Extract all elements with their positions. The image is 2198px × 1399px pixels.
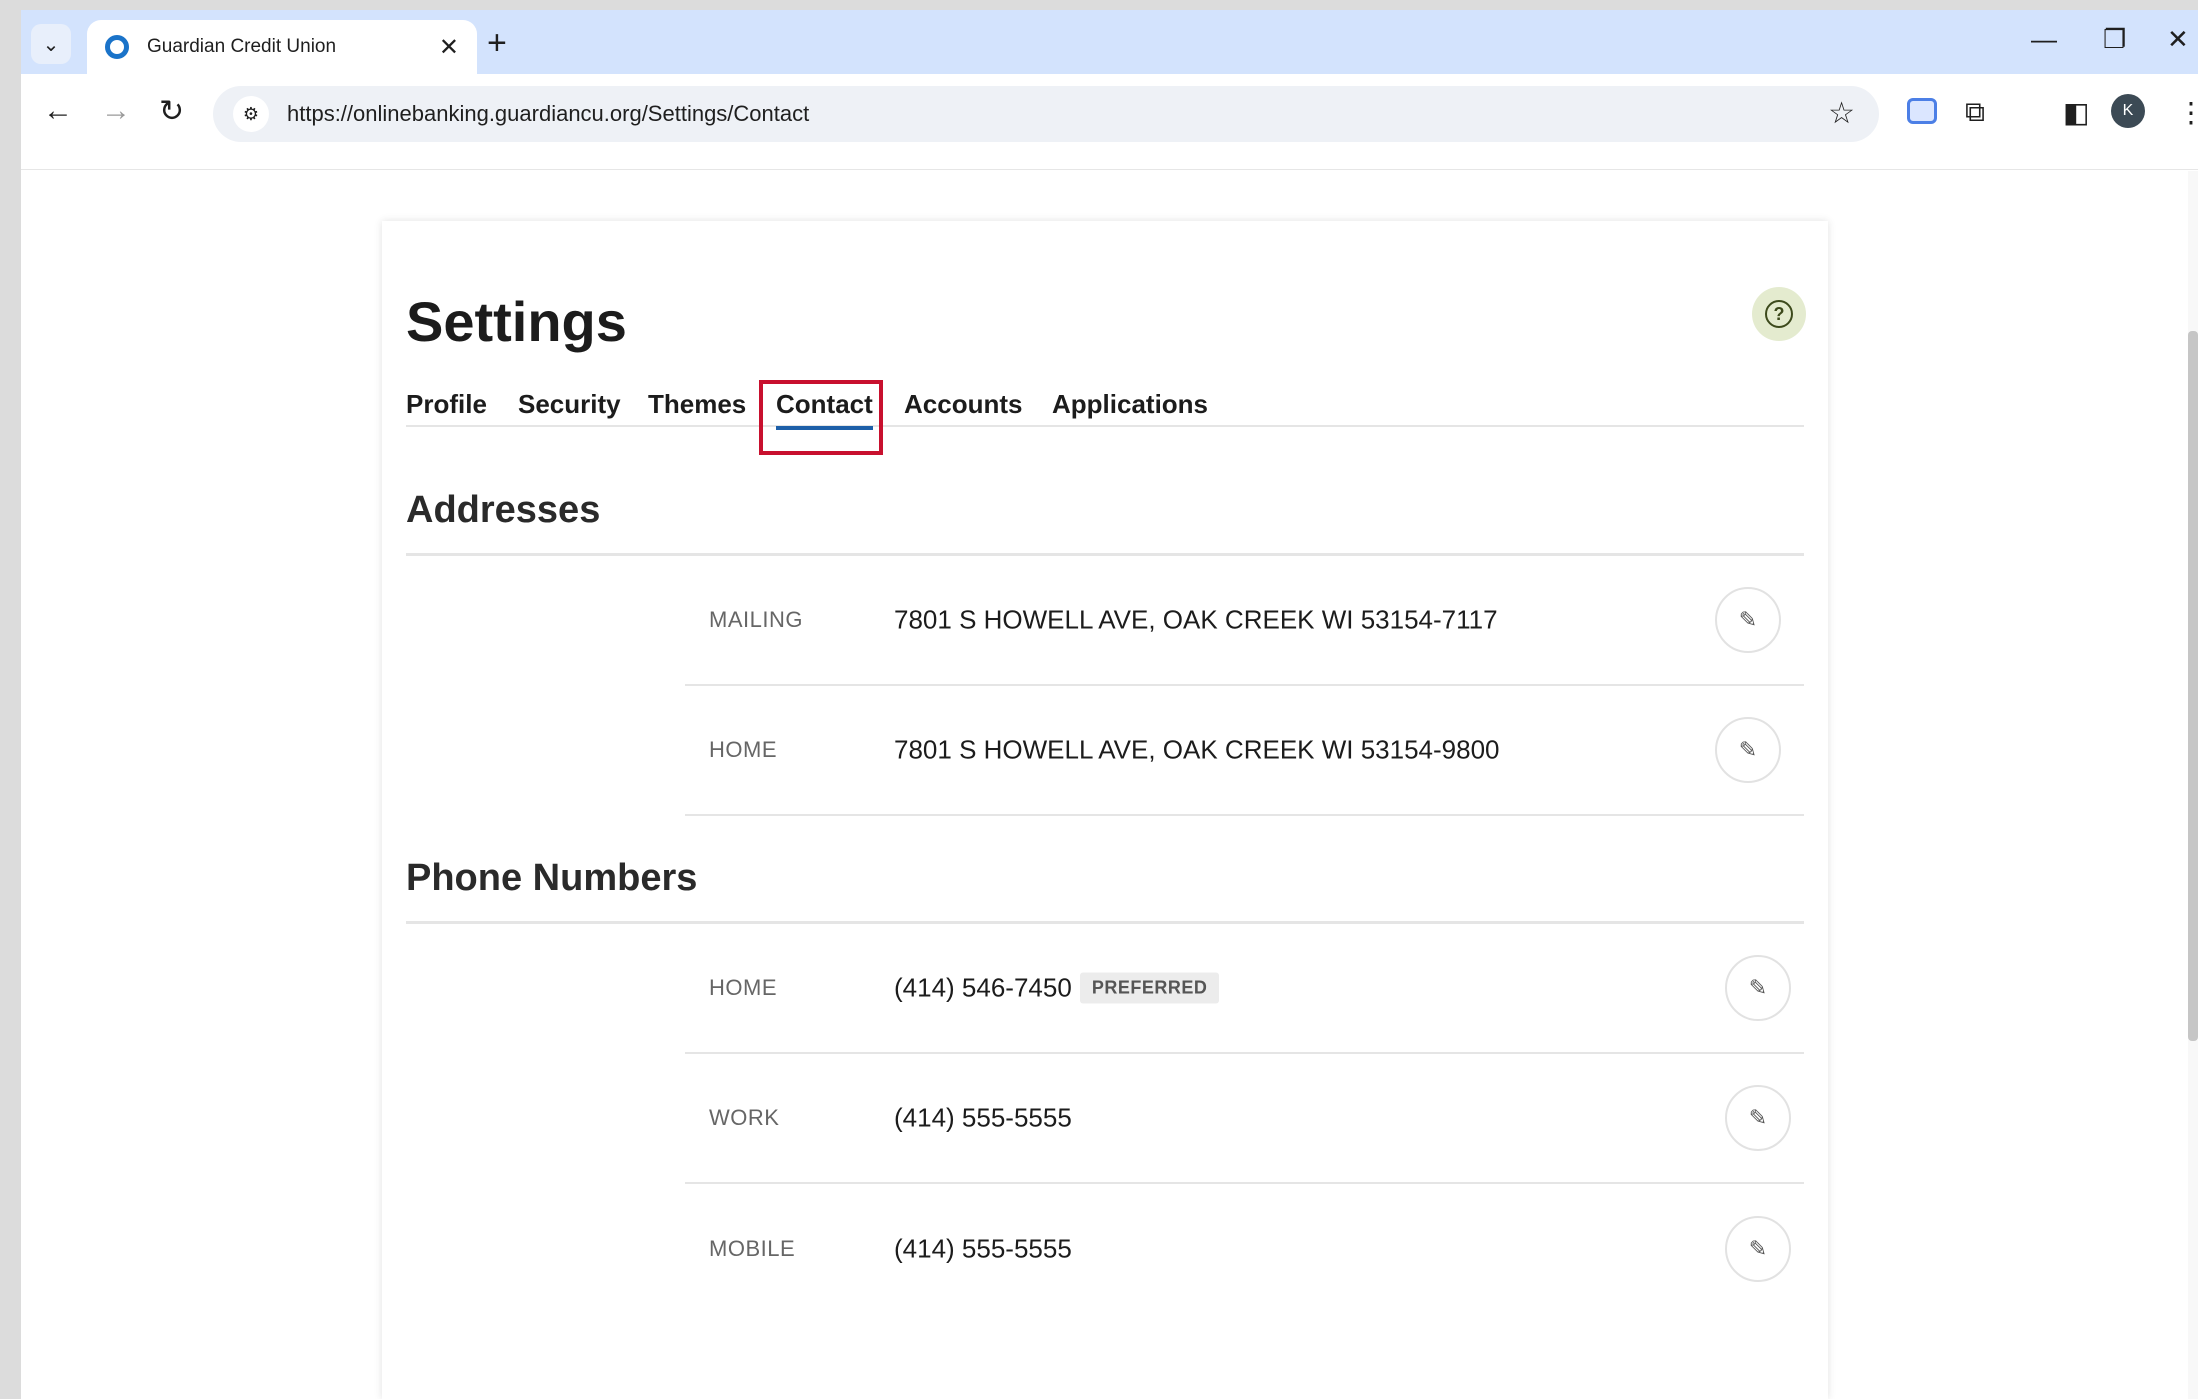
edit-pencil-icon[interactable]: ✎	[1715, 717, 1781, 783]
side-panel-icon[interactable]: ◧	[2063, 96, 2089, 129]
address-row-home: HOME 7801 S HOWELL AVE, OAK CREEK WI 531…	[685, 686, 1804, 816]
tab-security[interactable]: Security	[518, 389, 621, 420]
minimize-icon[interactable]: —	[2031, 24, 2057, 55]
edit-pencil-icon[interactable]: ✎	[1725, 955, 1791, 1021]
settings-card: Settings ? Profile Security Themes Conta…	[382, 221, 1828, 1399]
row-label: MOBILE	[709, 1236, 796, 1261]
address-row-mailing: MAILING 7801 S HOWELL AVE, OAK CREEK WI …	[685, 556, 1804, 686]
edit-pencil-icon[interactable]: ✎	[1715, 587, 1781, 653]
phone-numbers-heading: Phone Numbers	[406, 857, 698, 899]
row-value: (414) 555-5555	[894, 1102, 1072, 1133]
new-tab-icon[interactable]: +	[487, 26, 507, 60]
menu-kebab-icon[interactable]: ⋮	[2177, 96, 2198, 129]
help-question-icon: ?	[1765, 300, 1793, 328]
row-value: 7801 S HOWELL AVE, OAK CREEK WI 53154-98…	[894, 734, 1500, 765]
page-title: Settings	[406, 290, 627, 353]
close-window-icon[interactable]: ✕	[2167, 24, 2189, 55]
row-label: HOME	[709, 737, 777, 762]
tab-profile[interactable]: Profile	[406, 389, 487, 420]
row-value: 7801 S HOWELL AVE, OAK CREEK WI 53154-71…	[894, 604, 1498, 635]
browser-tab[interactable]: Guardian Credit Union ✕	[87, 20, 477, 74]
restore-icon[interactable]: ❐	[2103, 24, 2126, 55]
tab-themes[interactable]: Themes	[648, 389, 746, 420]
row-label: WORK	[709, 1105, 780, 1130]
edit-pencil-icon[interactable]: ✎	[1725, 1085, 1791, 1151]
preferred-badge: PREFERRED	[1079, 972, 1220, 1004]
row-label: MAILING	[709, 607, 803, 632]
phone-row-home: HOME (414) 546-7450 PREFERRED ✎	[685, 924, 1804, 1054]
back-arrow-icon[interactable]: ←	[43, 94, 73, 128]
site-info-icon[interactable]: ⚙	[233, 96, 269, 132]
settings-tabs: Profile Security Themes Contact Accounts…	[406, 381, 1804, 430]
browser-toolbar: ← → ↻ ⚙ https://onlinebanking.guardiancu…	[21, 74, 2198, 170]
browser-window: ⌄ Guardian Credit Union ✕ + — ❐ ✕ ← → ↻ …	[21, 10, 2198, 1399]
row-value: (414) 555-5555	[894, 1233, 1072, 1264]
reload-icon[interactable]: ↻	[159, 94, 184, 129]
contact-tab-highlight	[759, 380, 883, 455]
phone-row-mobile: MOBILE (414) 555-5555 ✎	[685, 1184, 1804, 1314]
profile-avatar[interactable]: K	[2111, 94, 2145, 128]
addresses-heading: Addresses	[406, 489, 601, 531]
tab-search-chevron-icon[interactable]: ⌄	[31, 24, 71, 64]
row-value: (414) 546-7450 PREFERRED	[894, 972, 1220, 1004]
phone-row-work: WORK (414) 555-5555 ✎	[685, 1054, 1804, 1184]
tab-strip: ⌄ Guardian Credit Union ✕ + — ❐ ✕	[21, 10, 2198, 74]
help-button[interactable]: ?	[1752, 287, 1806, 341]
phone-number: (414) 546-7450	[894, 972, 1072, 1003]
scrollbar-thumb[interactable]	[2188, 331, 2198, 1041]
tab-close-icon[interactable]: ✕	[439, 33, 459, 62]
address-bar[interactable]: ⚙ https://onlinebanking.guardiancu.org/S…	[213, 86, 1879, 142]
tab-accounts[interactable]: Accounts	[904, 389, 1022, 420]
forward-arrow-icon[interactable]: →	[101, 94, 131, 128]
tab-title: Guardian Credit Union	[147, 36, 337, 57]
extensions-puzzle-icon[interactable]: ⧉	[1965, 96, 1985, 129]
bookmark-star-icon[interactable]: ☆	[1828, 96, 1855, 131]
edit-pencil-icon[interactable]: ✎	[1725, 1216, 1791, 1282]
favicon-icon	[105, 35, 129, 59]
extension-badge-icon[interactable]	[1907, 98, 1937, 124]
url-text[interactable]: https://onlinebanking.guardiancu.org/Set…	[287, 101, 809, 127]
row-label: HOME	[709, 975, 777, 1000]
page-viewport: Settings ? Profile Security Themes Conta…	[21, 171, 2198, 1399]
tab-applications[interactable]: Applications	[1052, 389, 1208, 420]
